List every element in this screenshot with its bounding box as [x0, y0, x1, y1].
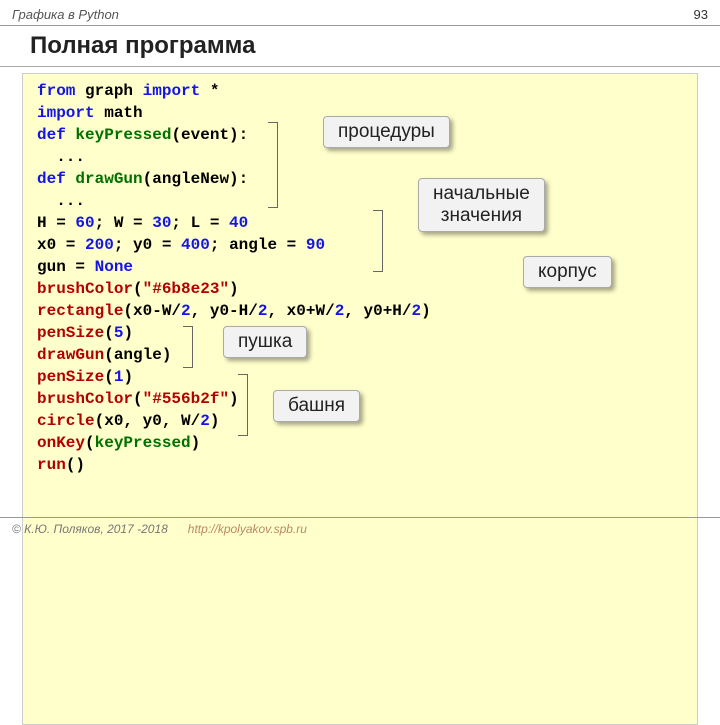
annot-cannon: пушка: [223, 326, 307, 358]
annot-initial-values: начальные значения: [418, 178, 545, 232]
copyright: © К.Ю. Поляков, 2017 -2018: [12, 522, 168, 536]
subject-label: Графика в Python: [12, 7, 119, 22]
bracket-tower: [238, 374, 248, 436]
footer-url: http://kpolyakov.spb.ru: [188, 522, 307, 536]
code-block: from graph import * import math def keyP…: [22, 73, 698, 725]
bracket-cannon: [183, 326, 193, 368]
page-number: 93: [694, 7, 708, 22]
slide-footer: © К.Ю. Поляков, 2017 -2018 http://kpolya…: [0, 517, 720, 540]
bracket-procedures: [268, 122, 278, 208]
bracket-initial: [373, 210, 383, 272]
page-title: Полная программа: [0, 26, 720, 67]
slide-header: Графика в Python 93: [0, 0, 720, 26]
annot-tower: башня: [273, 390, 360, 422]
annot-procedures: процедуры: [323, 116, 450, 148]
annot-hull: корпус: [523, 256, 612, 288]
